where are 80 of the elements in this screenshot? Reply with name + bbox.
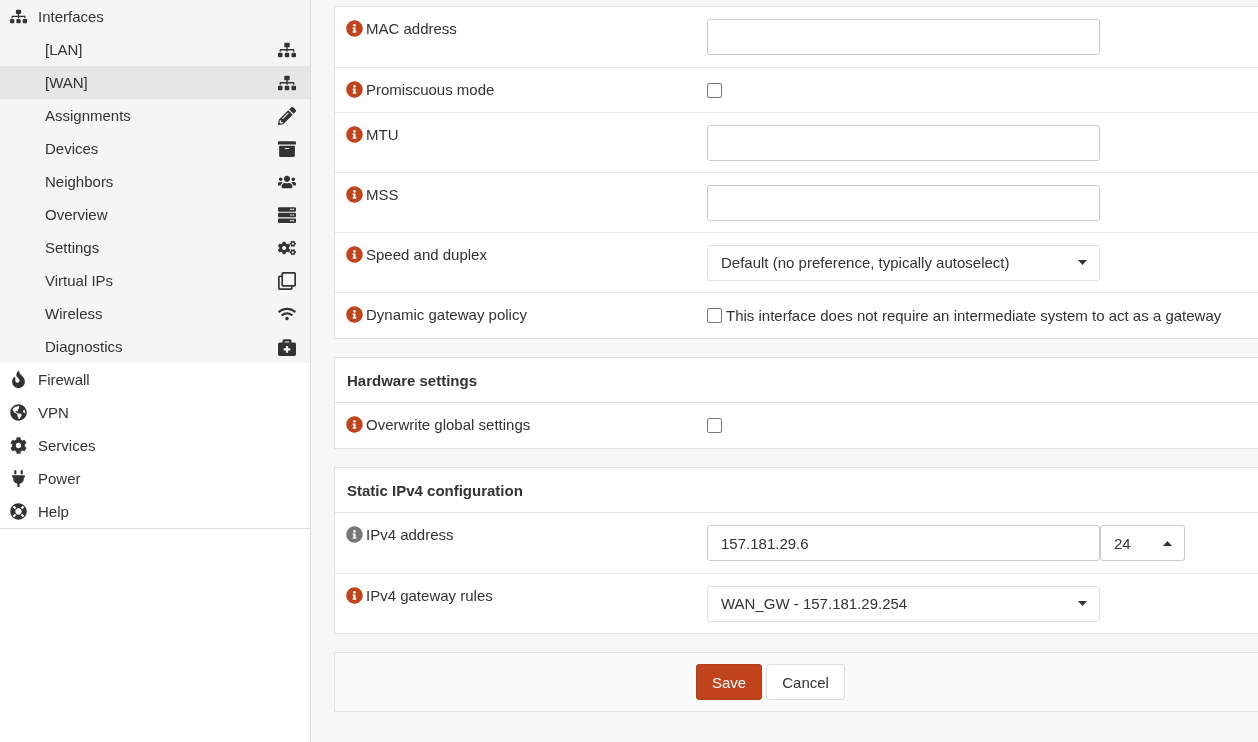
submenu-label: Neighbors bbox=[45, 173, 114, 190]
menu-label: VPN bbox=[38, 404, 69, 421]
field-label: Dynamic gateway policy bbox=[366, 305, 527, 324]
submenu-label: [WAN] bbox=[45, 74, 88, 91]
field-label: IPv4 gateway rules bbox=[366, 586, 493, 605]
submenu-label: Settings bbox=[45, 239, 100, 256]
dropdown[interactable]: Default (no preference, typically autoselect) bbox=[707, 244, 1100, 281]
menu-item[interactable]: Interfaces bbox=[0, 0, 310, 33]
menu-item[interactable]: Firewall bbox=[0, 363, 310, 396]
pencil-icon bbox=[278, 106, 296, 125]
cancel-button[interactable]: Cancel bbox=[766, 664, 845, 700]
menu-label: Help bbox=[38, 503, 69, 520]
submenu-item[interactable]: [LAN] bbox=[0, 33, 310, 66]
section-title: Hardware settings bbox=[335, 358, 1258, 403]
network-icon bbox=[8, 8, 28, 25]
gears-icon bbox=[278, 238, 296, 257]
submenu-item[interactable]: Settings bbox=[0, 231, 310, 264]
server-icon bbox=[278, 205, 296, 224]
menu-item[interactable]: Power bbox=[0, 462, 310, 495]
info-icon[interactable] bbox=[346, 20, 363, 37]
network-icon bbox=[278, 40, 296, 59]
submenu-label: [LAN] bbox=[45, 41, 83, 58]
archive-icon bbox=[278, 139, 296, 158]
submenu-label: Devices bbox=[45, 140, 99, 157]
checkbox[interactable] bbox=[707, 82, 722, 98]
submenu-label: Diagnostics bbox=[45, 338, 123, 355]
settings-icon bbox=[8, 437, 28, 454]
network-icon bbox=[278, 73, 296, 92]
caret-icon bbox=[1078, 601, 1087, 606]
submenu-item[interactable]: Wireless bbox=[0, 297, 310, 330]
field-label: MTU bbox=[366, 125, 399, 144]
submenu-item[interactable]: [WAN] bbox=[0, 66, 310, 99]
menu-item[interactable]: Help bbox=[0, 495, 310, 528]
medical-kit-icon bbox=[278, 337, 296, 356]
info-icon[interactable] bbox=[346, 306, 363, 323]
checkbox-label: This interface does not require an intermediate system to act as a gateway bbox=[726, 307, 1222, 324]
submenu-item[interactable]: Diagnostics bbox=[0, 330, 310, 363]
menu-label: Power bbox=[38, 470, 81, 487]
submenu-item[interactable]: Neighbors bbox=[0, 165, 310, 198]
submenu-label: Wireless bbox=[45, 305, 103, 322]
info-icon[interactable] bbox=[346, 126, 363, 143]
checkbox[interactable] bbox=[707, 418, 722, 433]
submenu-label: Overview bbox=[45, 206, 108, 223]
prefix-dropdown[interactable]: 24 bbox=[1100, 525, 1185, 561]
field-label: Speed and duplex bbox=[366, 245, 487, 264]
menu-item[interactable]: Services bbox=[0, 429, 310, 462]
submenu-label: Virtual IPs bbox=[45, 272, 114, 289]
info-icon[interactable] bbox=[346, 186, 363, 203]
info-icon[interactable] bbox=[346, 246, 363, 263]
menu-label: Services bbox=[38, 437, 96, 454]
text-input[interactable] bbox=[707, 184, 1100, 221]
copy-icon bbox=[278, 271, 296, 290]
info-icon[interactable] bbox=[346, 416, 363, 433]
submenu-item[interactable]: Overview bbox=[0, 198, 310, 231]
field-label: MSS bbox=[366, 185, 399, 204]
info-icon[interactable] bbox=[346, 587, 363, 604]
menu-label: Firewall bbox=[38, 371, 90, 388]
submenu-item[interactable]: Assignments bbox=[0, 99, 310, 132]
globe-icon bbox=[8, 404, 28, 421]
submenu-item[interactable]: Virtual IPs bbox=[0, 264, 310, 297]
caret-icon bbox=[1163, 540, 1172, 546]
text-input[interactable] bbox=[707, 19, 1100, 55]
info-icon[interactable] bbox=[346, 81, 363, 98]
lifebuoy-icon bbox=[8, 503, 28, 520]
field-label: IPv4 address bbox=[366, 525, 454, 544]
info-icon[interactable] bbox=[346, 526, 363, 543]
menu-label: Interfaces bbox=[38, 8, 104, 25]
submenu-item[interactable]: Devices bbox=[0, 132, 310, 165]
save-button[interactable]: Save bbox=[696, 664, 763, 700]
field-label: MAC address bbox=[366, 19, 457, 38]
caret-icon bbox=[1078, 260, 1087, 265]
menu-item[interactable]: VPN bbox=[0, 396, 310, 429]
checkbox[interactable] bbox=[707, 308, 722, 323]
address-input[interactable]: 157.181.29.6 bbox=[707, 525, 1100, 561]
text-input[interactable] bbox=[707, 124, 1100, 161]
field-label: Overwrite global settings bbox=[366, 415, 531, 434]
field-label: Promiscuous mode bbox=[366, 80, 495, 99]
submenu-label: Assignments bbox=[45, 107, 131, 124]
dropdown[interactable]: WAN_GW - 157.181.29.254 bbox=[707, 585, 1100, 622]
section-title: Static IPv4 configuration bbox=[335, 468, 1258, 513]
